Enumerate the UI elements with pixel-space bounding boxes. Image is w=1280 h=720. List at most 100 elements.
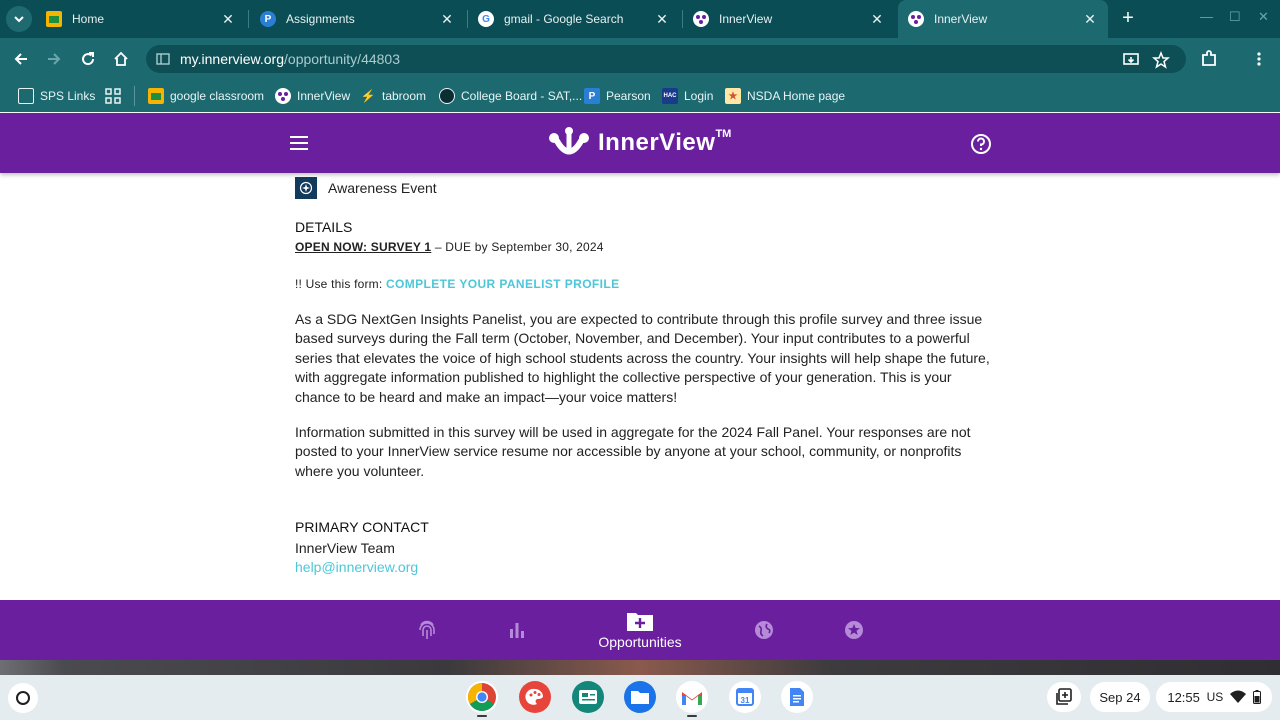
- install-app-icon[interactable]: [1122, 51, 1140, 69]
- star-badge-icon: [845, 621, 863, 639]
- canvas-app-icon[interactable]: [519, 681, 551, 713]
- launcher-icon: [16, 691, 30, 705]
- details-heading: DETAILS: [295, 219, 353, 235]
- close-tab-icon[interactable]: ✕: [220, 11, 236, 28]
- tab-title: InnerView: [934, 12, 988, 26]
- tab-home[interactable]: Home ✕: [36, 2, 246, 36]
- fingerprint-icon: [419, 620, 435, 639]
- bookmark-sps-links[interactable]: SPS Links: [18, 87, 95, 105]
- extensions-button[interactable]: [1197, 47, 1221, 71]
- contact-email-link[interactable]: help@innerview.org: [295, 559, 418, 575]
- panelist-profile-link[interactable]: COMPLETE YOUR PANELIST PROFILE: [386, 277, 620, 291]
- tab-innerview[interactable]: InnerView ✕: [683, 2, 895, 36]
- status-tray[interactable]: 12:55 US: [1156, 682, 1272, 712]
- nsda-icon: ★: [725, 88, 741, 104]
- brand-name: InnerView: [598, 129, 716, 156]
- new-tab-button[interactable]: +: [1116, 6, 1140, 30]
- bookmark-star-icon[interactable]: [1152, 51, 1170, 69]
- nav-explore[interactable]: [749, 600, 779, 660]
- help-button[interactable]: [970, 133, 992, 155]
- folder-icon: [18, 88, 34, 104]
- files-app-icon[interactable]: [624, 681, 656, 713]
- launcher-button[interactable]: [8, 683, 38, 713]
- tab-search-button[interactable]: [6, 6, 32, 32]
- bookmark-tabroom[interactable]: ⚡ tabroom: [360, 87, 427, 105]
- hamburger-icon: [290, 136, 308, 150]
- event-type-label: Awareness Event: [328, 180, 437, 196]
- bookmark-pearson[interactable]: P Pearson: [584, 87, 651, 105]
- bookmark-nsda[interactable]: ★ NSDA Home page: [725, 87, 845, 105]
- bookmark-login[interactable]: HAC Login: [662, 87, 713, 105]
- docs-app-icon[interactable]: [781, 681, 813, 713]
- bookmark-label: Pearson: [606, 89, 651, 103]
- region-label: US: [1206, 690, 1224, 704]
- time-label: 12:55: [1167, 689, 1200, 705]
- college-board-icon: [439, 88, 455, 104]
- form-prefix: !! Use this form:: [295, 277, 386, 291]
- tab-assignments[interactable]: P Assignments ✕: [250, 2, 465, 36]
- trademark-mark: TM: [715, 128, 732, 140]
- event-type-row: Awareness Event: [295, 177, 437, 199]
- chevron-down-icon: [14, 16, 24, 23]
- close-tab-icon[interactable]: ✕: [654, 11, 670, 28]
- running-indicator: [687, 715, 697, 717]
- close-tab-icon[interactable]: ✕: [869, 11, 885, 28]
- plus-icon: +: [1122, 6, 1134, 29]
- nav-achievements[interactable]: [839, 600, 869, 660]
- folder-plus-icon: [627, 613, 653, 631]
- innerview-icon: [693, 11, 709, 27]
- back-button[interactable]: [9, 47, 33, 71]
- calendar-app-icon[interactable]: 31: [729, 681, 761, 713]
- close-tab-icon[interactable]: ✕: [439, 11, 455, 28]
- nav-profile[interactable]: [412, 600, 442, 660]
- chrome-app-icon[interactable]: [466, 681, 498, 713]
- bookmark-google-classroom[interactable]: google classroom: [148, 87, 264, 105]
- url-host: my.innerview.org: [180, 51, 285, 67]
- google-classroom-icon: [46, 11, 62, 27]
- close-window-button[interactable]: ✕: [1258, 9, 1269, 25]
- nav-stats[interactable]: [502, 600, 532, 660]
- desktop-wallpaper: [0, 660, 1280, 675]
- bottom-navigation: Opportunities: [0, 600, 1280, 660]
- arrow-left-icon: [14, 53, 27, 65]
- bookmark-label: College Board - SAT,...: [461, 89, 583, 103]
- minimize-button[interactable]: —: [1200, 9, 1213, 24]
- site-info-icon[interactable]: [156, 53, 170, 65]
- holding-space-button[interactable]: [1047, 682, 1081, 712]
- description-paragraph: As a SDG NextGen Insights Panelist, you …: [295, 311, 990, 405]
- privacy-paragraph: Information submitted in this survey wil…: [295, 424, 971, 479]
- app-header: InnerView TM: [0, 113, 1280, 173]
- bookmark-college-board[interactable]: College Board - SAT,...: [439, 87, 582, 105]
- menu-button[interactable]: [289, 133, 309, 153]
- tab-innerview-active[interactable]: InnerView ✕: [898, 0, 1108, 38]
- nav-opportunities[interactable]: Opportunities: [590, 600, 690, 660]
- bookmark-label: InnerView: [297, 89, 351, 103]
- bookmark-label: NSDA Home page: [747, 89, 846, 103]
- address-bar[interactable]: my.innerview.org/opportunity/44803: [146, 45, 1186, 73]
- google-classroom-icon: [148, 88, 164, 104]
- home-button[interactable]: [109, 47, 133, 71]
- classroom-app-icon[interactable]: [572, 681, 604, 713]
- brand-logo[interactable]: InnerView TM: [548, 125, 731, 161]
- reload-button[interactable]: [76, 47, 100, 71]
- innerview-icon: [275, 88, 291, 104]
- bookmark-apps[interactable]: [105, 87, 121, 105]
- primary-contact-heading: PRIMARY CONTACT: [295, 519, 429, 535]
- gmail-app-icon[interactable]: [676, 681, 708, 713]
- menu-button[interactable]: [1247, 47, 1271, 71]
- forward-button[interactable]: [42, 47, 66, 71]
- arrow-right-icon: [48, 53, 61, 65]
- puzzle-icon: [1202, 50, 1216, 66]
- innerview-logo-icon: [549, 127, 589, 155]
- tab-title: gmail - Google Search: [504, 12, 624, 26]
- apps-grid-icon: [105, 88, 121, 104]
- bookmark-innerview[interactable]: InnerView: [275, 87, 350, 105]
- maximize-button[interactable]: ☐: [1229, 9, 1241, 25]
- battery-icon: [1252, 690, 1261, 704]
- form-instruction: !! Use this form: COMPLETE YOUR PANELIST…: [295, 277, 620, 291]
- date-tray[interactable]: Sep 24: [1090, 682, 1150, 712]
- tab-divider: [248, 10, 249, 28]
- close-tab-icon[interactable]: ✕: [1082, 11, 1098, 28]
- holding-space-icon: [1056, 688, 1072, 705]
- tab-gmail-search[interactable]: G gmail - Google Search ✕: [468, 2, 680, 36]
